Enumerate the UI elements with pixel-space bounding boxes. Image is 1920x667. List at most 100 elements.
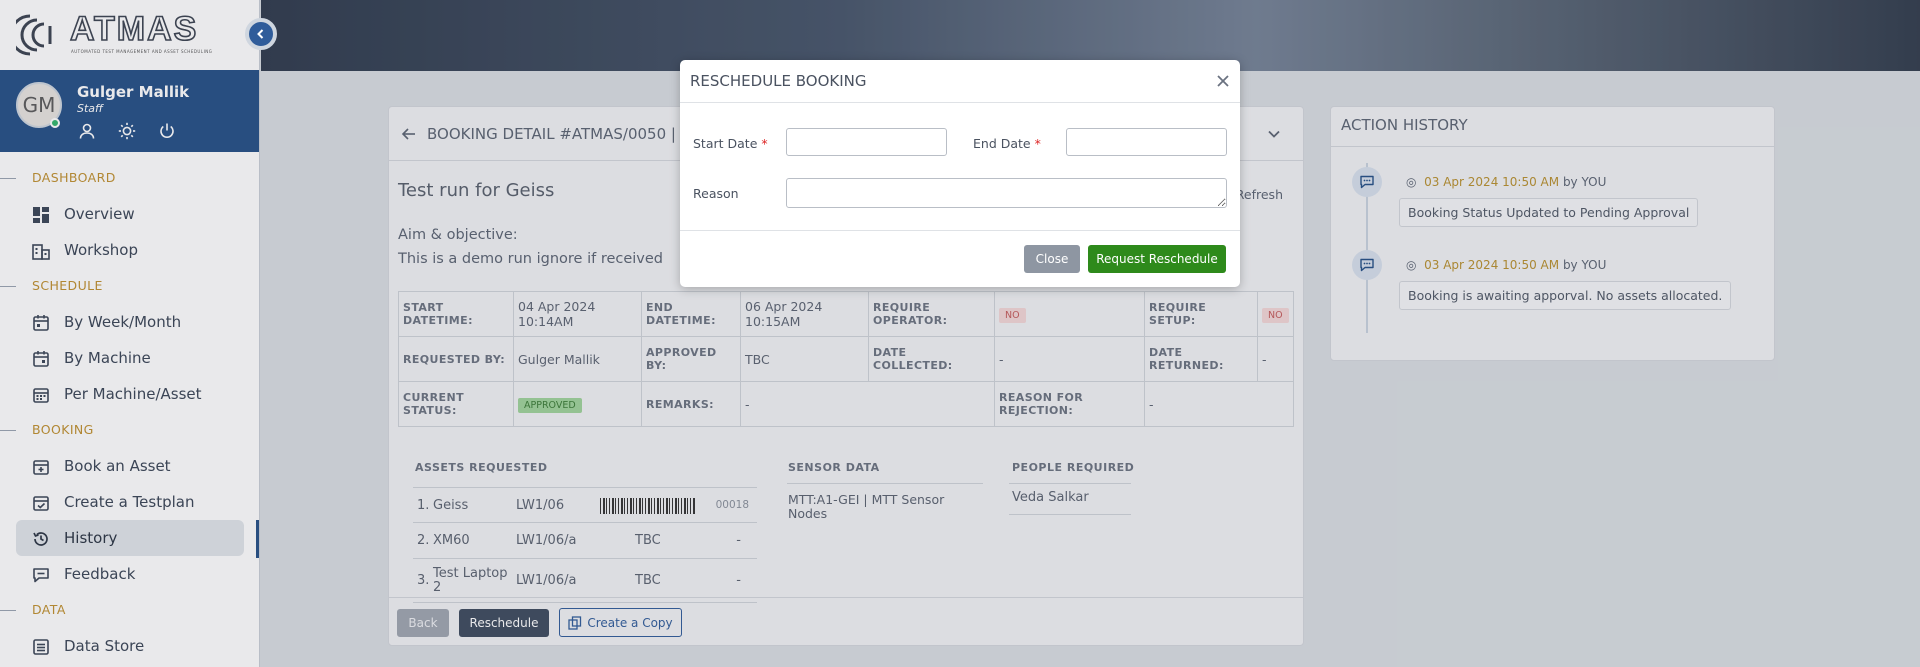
asset-code: LW1/06 — [516, 497, 565, 513]
history-entry-time: 03 Apr 2024 10:50 AM — [1424, 175, 1560, 189]
sidebar-item-per-machine-asset[interactable]: Per Machine/Asset — [16, 376, 244, 412]
asset-name: Geiss — [433, 497, 469, 513]
reason-label: Reason — [693, 186, 739, 201]
reschedule-modal: RESCHEDULE BOOKING Start Date * End Date… — [680, 60, 1240, 287]
asset-code: LW1/06/a — [516, 573, 577, 588]
history-entry-who: YOU — [1581, 258, 1607, 272]
chevron-down-icon[interactable] — [1267, 127, 1281, 141]
requested-by-label: REQUESTED BY: — [398, 336, 514, 382]
comment-icon — [1360, 258, 1374, 272]
sidebar-item-label: By Week/Month — [64, 313, 182, 331]
refresh-link[interactable]: Refresh — [1236, 187, 1283, 202]
history-entry-by: by — [1562, 258, 1578, 272]
booking-detail-title: BOOKING DETAIL #ATMAS/0050 | TE — [427, 124, 700, 143]
sidebar-item-label: History — [64, 529, 118, 547]
chevron-left-icon — [257, 29, 264, 39]
history-entry-time: 03 Apr 2024 10:50 AM — [1424, 258, 1560, 272]
action-history-panel: ACTION HISTORY ◎ 03 Apr 2024 10:50 AM by… — [1330, 106, 1775, 361]
asset-id: - — [736, 533, 741, 548]
clock-icon: ◎ — [1406, 175, 1417, 189]
collapse-sidebar-button[interactable] — [245, 18, 277, 50]
reason-rejection-label: REASON FOR REJECTION: — [994, 381, 1145, 427]
sidebar-item-data-store[interactable]: Data Store — [16, 628, 244, 664]
require-setup-cell: NO — [1257, 291, 1294, 337]
online-status-dot — [50, 118, 60, 128]
date-returned-value: - — [1257, 336, 1294, 382]
copy-icon — [568, 615, 582, 630]
end-datetime-value: 06 Apr 2024 10:15AM — [740, 291, 869, 337]
sidebar-item-by-machine[interactable]: By Machine — [16, 340, 244, 376]
approved-by-value: TBC — [740, 336, 869, 382]
request-reschedule-button[interactable]: Request Reschedule — [1088, 245, 1226, 273]
nav-section-data: DATA — [0, 592, 259, 628]
table-row: CURRENT STATUS: APPROVED REMARKS: - REAS… — [398, 381, 1294, 427]
required-mark: * — [761, 136, 768, 151]
start-datetime-label: START DATETIME: — [398, 291, 514, 337]
data-store-icon — [33, 639, 49, 655]
modal-close-button[interactable]: Close — [1024, 245, 1080, 273]
sidebar-nav: DASHBOARD Overview Workshop SCHEDULE By … — [0, 160, 259, 664]
nav-section-schedule: SCHEDULE — [0, 268, 259, 304]
require-operator-label: REQUIRE OPERATOR: — [868, 291, 995, 337]
history-entry-message: Booking Status Updated to Pending Approv… — [1399, 198, 1699, 227]
require-setup-label: REQUIRE SETUP: — [1144, 291, 1258, 337]
sidebar-item-label: Feedback — [64, 565, 136, 583]
asset-name: XM60 — [433, 533, 470, 548]
requested-by-value: Gulger Mallik — [513, 336, 642, 382]
asset-number: 2. — [417, 533, 430, 548]
sidebar-item-label: Book an Asset — [64, 457, 171, 475]
list-item: 2. XM60 LW1/06/a TBC - — [413, 523, 757, 559]
timeline-marker — [1352, 167, 1382, 197]
create-copy-button[interactable]: Create a Copy — [559, 608, 682, 637]
reason-textarea[interactable] — [786, 178, 1227, 208]
feedback-chat-icon — [33, 568, 49, 583]
user-role: Staff — [77, 102, 103, 115]
sidebar-item-label: Overview — [64, 205, 135, 223]
table-row: REQUESTED BY: Gulger Mallik APPROVED BY:… — [398, 336, 1294, 382]
action-history-title: ACTION HISTORY — [1331, 107, 1774, 147]
history-clock-icon — [33, 532, 48, 546]
nav-section-dashboard: DASHBOARD — [0, 160, 259, 196]
user-actions — [78, 122, 176, 140]
end-date-input[interactable] — [1066, 128, 1227, 156]
back-arrow-icon[interactable] — [401, 126, 417, 142]
sidebar-item-book-an-asset[interactable]: Book an Asset — [16, 448, 244, 484]
table-row: START DATETIME: 04 Apr 2024 10:14AM END … — [398, 291, 1294, 337]
brand-name: ATMAS — [69, 10, 199, 48]
back-button[interactable]: Back — [397, 609, 449, 637]
sidebar-item-label: By Machine — [64, 349, 151, 367]
asset-number: 3. — [417, 573, 430, 588]
power-icon[interactable] — [158, 122, 176, 140]
theme-sun-icon[interactable] — [118, 122, 136, 140]
profile-icon[interactable] — [78, 122, 96, 140]
logo-mark-icon — [16, 14, 52, 56]
sidebar-item-create-a-testplan[interactable]: Create a Testplan — [16, 484, 244, 520]
booking-title: Test run for Geiss — [398, 180, 555, 201]
assets-requested-heading: ASSETS REQUESTED — [415, 461, 548, 474]
reschedule-button[interactable]: Reschedule — [459, 609, 549, 637]
sidebar-item-history[interactable]: History — [16, 520, 244, 556]
start-date-input[interactable] — [786, 128, 947, 156]
end-date-label-text: End Date — [973, 136, 1031, 151]
require-operator-badge: NO — [999, 307, 1026, 323]
remarks-value: - — [740, 381, 995, 427]
calendar-icon — [33, 315, 49, 331]
sidebar-item-feedback[interactable]: Feedback — [16, 556, 244, 592]
calendar-plus-icon — [33, 460, 49, 475]
active-nav-indicator — [256, 520, 259, 558]
sidebar-item-label: Data Store — [64, 637, 145, 655]
timeline-marker — [1352, 250, 1382, 280]
aim-text: This is a demo run ignore if received — [398, 251, 664, 267]
logo[interactable]: ATMAS AUTOMATED TEST MANAGEMENT AND ASSE… — [0, 0, 259, 70]
date-returned-label: DATE RETURNED: — [1144, 336, 1258, 382]
asset-name: Test Laptop 2 — [433, 565, 508, 595]
end-datetime-label: END DATETIME: — [641, 291, 741, 337]
sidebar-item-by-week-month[interactable]: By Week/Month — [16, 304, 244, 340]
assets-list: 1. Geiss LW1/06 00018 2. XM60 LW1/06/a T… — [413, 487, 757, 603]
brand-tagline: AUTOMATED TEST MANAGEMENT AND ASSET SCHE… — [71, 49, 213, 54]
sidebar-item-workshop[interactable]: Workshop — [16, 232, 244, 268]
close-icon[interactable] — [1214, 72, 1232, 90]
barcode-image — [600, 498, 696, 514]
sidebar-item-overview[interactable]: Overview — [16, 196, 244, 232]
aim-objective: Aim & objective: This is a demo run igno… — [398, 223, 663, 271]
